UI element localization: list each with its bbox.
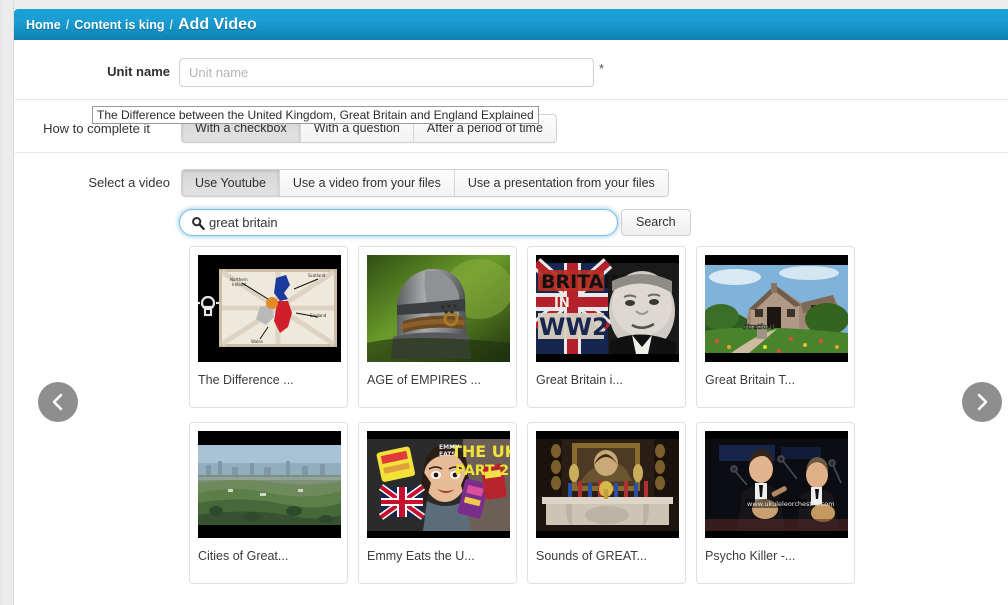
search-field-wrapper[interactable] <box>179 209 618 236</box>
svg-text:EMMY: EMMY <box>439 444 460 451</box>
video-result-title: The Difference ... <box>198 373 339 387</box>
video-result-card[interactable]: Cities of Great... <box>189 422 348 584</box>
video-thumbnail-uk-map: NorthernIreland ScotlandEngland Wales <box>198 255 341 362</box>
page-gutter <box>0 0 14 605</box>
select-a-video-label: Select a video <box>30 175 170 190</box>
unit-name-required-marker: * <box>599 62 604 75</box>
video-thumbnail-emmy-eats-uk: THE UK PART 2 EMMY EATS <box>367 431 510 538</box>
page-header: Home / Content is king / Add Video <box>14 9 1008 40</box>
video-result-card[interactable]: NorthernIreland ScotlandEngland Wales Th… <box>189 246 348 408</box>
video-result-card[interactable]: THE UK PART 2 EMMY EATS Emmy Eats the U.… <box>358 422 517 584</box>
breadcrumb-item-home[interactable]: Home <box>26 18 61 32</box>
svg-text:Wales: Wales <box>251 339 263 344</box>
select-video-option-youtube[interactable]: Use Youtube <box>182 170 280 196</box>
breadcrumb-separator: / <box>66 18 69 32</box>
svg-text:IN: IN <box>554 296 570 311</box>
svg-text:England: England <box>310 313 327 318</box>
video-result-card[interactable]: Stratford Great Britain T... <box>696 246 855 408</box>
video-thumbnail-city-landscape <box>198 431 341 538</box>
svg-text:WW2: WW2 <box>539 313 609 341</box>
video-result-title: Psycho Killer -... <box>705 549 846 563</box>
svg-text:EATS: EATS <box>439 451 456 458</box>
svg-text:THE UK: THE UK <box>451 442 510 461</box>
video-result-card[interactable]: Sounds of GREAT... <box>527 422 686 584</box>
video-result-title: Cities of Great... <box>198 549 339 563</box>
svg-text:Ireland: Ireland <box>232 282 246 287</box>
divider-2 <box>15 152 1008 153</box>
breadcrumb: Home / Content is king / Add Video <box>26 16 257 34</box>
app-root: Home / Content is king / Add Video Unit … <box>0 0 1008 605</box>
video-thumbnail-ukulele-orchestra: www.ukuleleorchestra.com <box>705 431 848 538</box>
search-button[interactable]: Search <box>621 209 691 236</box>
carousel-prev-button[interactable] <box>38 382 78 422</box>
svg-text:PART 2: PART 2 <box>455 463 509 479</box>
video-title-tooltip: The Difference between the United Kingdo… <box>92 106 539 124</box>
svg-text:www.ukuleleorchestra.com: www.ukuleleorchestra.com <box>747 500 835 508</box>
video-result-title: AGE of EMPIRES ... <box>367 373 508 387</box>
select-video-option-video-from-files[interactable]: Use a video from your files <box>280 170 455 196</box>
unit-name-input[interactable] <box>179 58 594 87</box>
gutter-shade <box>0 0 5 605</box>
video-thumbnail-mantelpiece <box>536 431 679 538</box>
select-video-option-presentation-from-files[interactable]: Use a presentation from your files <box>455 170 668 196</box>
video-thumbnail-knight-helmet <box>367 255 510 362</box>
svg-text:Stratford: Stratford <box>743 323 774 331</box>
video-result-title: Great Britain T... <box>705 373 846 387</box>
search-icon <box>191 216 205 230</box>
video-result-title: Sounds of GREAT... <box>536 549 677 563</box>
panel-top-fill <box>14 0 1008 9</box>
video-result-card[interactable]: BRITAIN IN WW2 <box>527 246 686 408</box>
video-result-card[interactable]: AGE of EMPIRES ... <box>358 246 517 408</box>
carousel-next-button[interactable] <box>962 382 1002 422</box>
breadcrumb-separator: / <box>170 18 173 32</box>
video-thumbnail-stratford-cottage: Stratford <box>705 255 848 362</box>
divider-1 <box>15 99 1008 100</box>
unit-name-label: Unit name <box>30 64 170 79</box>
video-results-grid: NorthernIreland ScotlandEngland Wales Th… <box>189 246 871 584</box>
svg-text:Scotland: Scotland <box>308 273 326 278</box>
page-title: Add Video <box>178 16 257 34</box>
video-result-card[interactable]: www.ukuleleorchestra.com Psycho Killer -… <box>696 422 855 584</box>
video-thumbnail-britain-ww2: BRITAIN IN WW2 <box>536 255 679 362</box>
chevron-left-icon <box>38 382 78 422</box>
chevron-right-icon <box>962 382 1002 422</box>
video-result-title: Great Britain i... <box>536 373 677 387</box>
select-video-source-button-group: Use Youtube Use a video from your files … <box>181 169 669 197</box>
breadcrumb-item-content-is-king[interactable]: Content is king <box>74 18 164 32</box>
video-result-title: Emmy Eats the U... <box>367 549 508 563</box>
search-input[interactable] <box>209 212 599 234</box>
